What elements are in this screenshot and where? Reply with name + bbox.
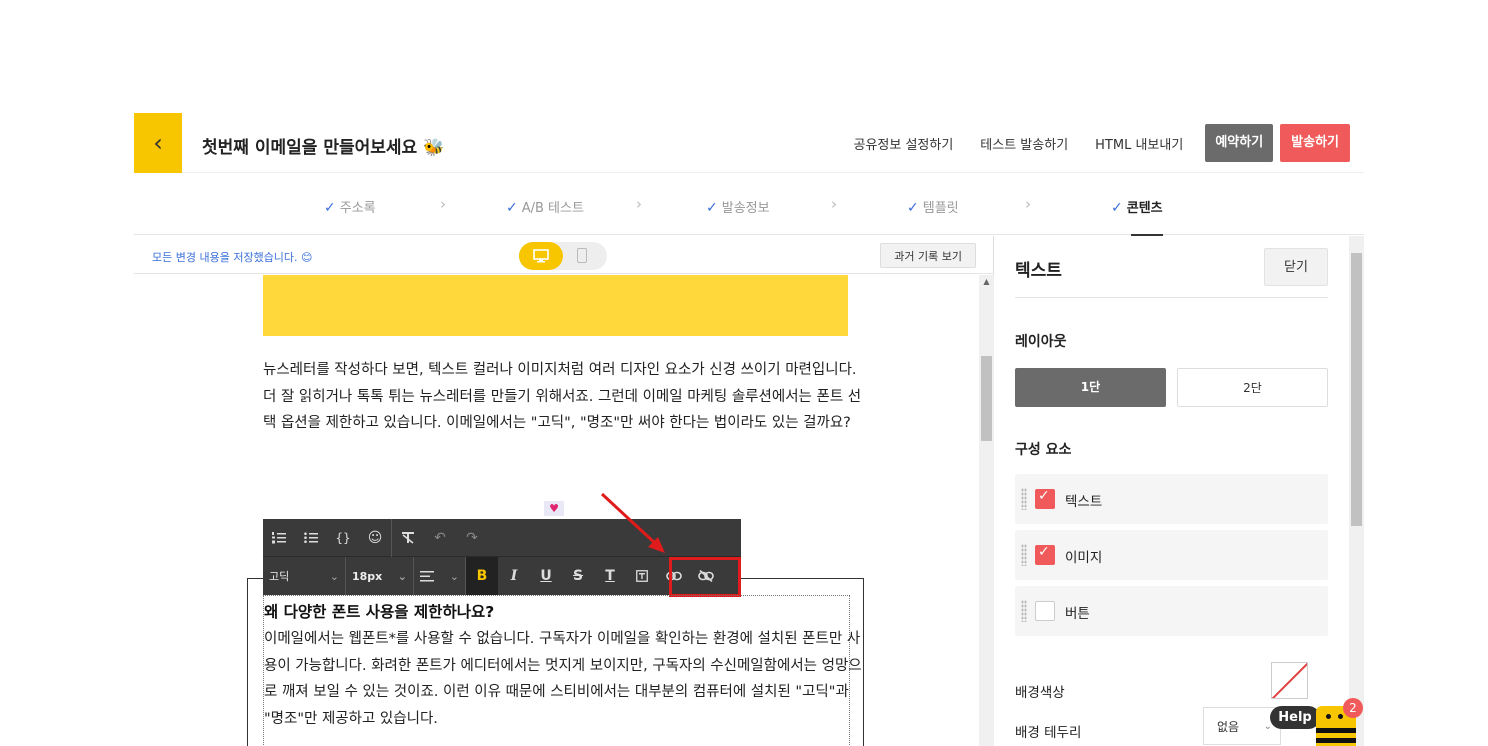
underline-button[interactable]: U (530, 557, 562, 595)
chevron-down-icon: ⌄ (449, 569, 459, 583)
email-editor-app: ‹ 첫번째 이메일을 만들어보세요 🐝 공유정보 설정하기 테스트 발송하기 H… (134, 113, 1364, 746)
panel-title: 텍스트 (1015, 261, 1062, 281)
mobile-view-icon[interactable] (577, 248, 587, 263)
link-buttons-highlight (669, 557, 741, 597)
page-title: 첫번째 이메일을 만들어보세요 🐝 (202, 138, 445, 158)
drag-handle-icon[interactable] (1021, 488, 1027, 510)
check-icon: ✓ (1111, 200, 1123, 216)
text-paragraph[interactable]: 이메일에서는 웹폰트*를 사용할 수 없습니다. 구독자가 이메일을 확인하는 … (264, 626, 864, 732)
step-navigation: ✓ 주소록 › ✓ A/B 테스트 › ✓ 발송정보 › ✓ 템플릿 › ✓ 콘텐츠 (134, 173, 1364, 236)
panel-divider (1015, 297, 1328, 298)
italic-button[interactable]: I (498, 557, 530, 595)
layout-1col-button[interactable]: 1단 (1015, 368, 1166, 407)
drag-handle-icon[interactable] (1021, 600, 1027, 622)
editor-scrollbar[interactable] (979, 275, 994, 746)
bg-color-swatch[interactable] (1271, 662, 1308, 699)
test-send-link[interactable]: 테스트 발송하기 (980, 134, 1068, 153)
chevron-right-icon: › (1025, 195, 1031, 213)
border-select[interactable]: 없음 ⌄ (1203, 707, 1281, 745)
step-content[interactable]: ✓ 콘텐츠 (1111, 197, 1163, 236)
chevron-down-icon: ⌄ (329, 569, 339, 583)
undo-icon[interactable]: ↶ (424, 519, 456, 557)
notification-badge: 2 (1343, 698, 1363, 718)
check-icon: ✓ (706, 200, 718, 216)
check-icon: ✓ (907, 200, 919, 216)
layout-2col-button[interactable]: 2단 (1177, 368, 1328, 407)
bold-button[interactable]: B (466, 557, 498, 595)
component-image-row[interactable]: 이미지 (1015, 530, 1328, 580)
text-heading[interactable]: 왜 다양한 폰트 사용을 제한하나요? (264, 600, 494, 622)
top-bar: ‹ 첫번째 이메일을 만들어보세요 🐝 공유정보 설정하기 테스트 발송하기 H… (134, 113, 1364, 173)
chevron-down-icon: ⌄ (397, 569, 407, 583)
editor-scrollbar-thumb[interactable] (981, 356, 992, 441)
bullet-list-icon[interactable] (295, 519, 327, 557)
device-toggle[interactable] (519, 242, 607, 270)
step-send-info[interactable]: ✓ 발송정보 (706, 197, 770, 216)
email-canvas: 뉴스레터를 작성하다 보면, 텍스트 컬러나 이미지처럼 여러 디자인 요소가 … (134, 275, 994, 746)
chevron-right-icon: › (636, 195, 642, 213)
close-panel-button[interactable]: 닫기 (1264, 248, 1328, 286)
paragraph-block[interactable]: 뉴스레터를 작성하다 보면, 텍스트 컬러나 이미지처럼 여러 디자인 요소가 … (263, 357, 863, 437)
properties-panel: 텍스트 닫기 레이아웃 1단 2단 구성 요소 텍스트 이미지 버튼 배경색상 … (995, 236, 1364, 746)
export-html-link[interactable]: HTML 내보내기 (1095, 134, 1183, 153)
reserve-button[interactable]: 예약하기 (1205, 124, 1274, 162)
toolbar-row-1: {} ☺ ↶ ↷ (263, 518, 741, 557)
layout-label: 레이아웃 (1015, 334, 1067, 350)
top-actions: 공유정보 설정하기 테스트 발송하기 HTML 내보내기 예약하기 발송하기 (853, 124, 1350, 162)
chevron-left-icon: ‹ (153, 129, 163, 157)
step-address-book[interactable]: ✓ 주소록 (324, 197, 376, 216)
drag-handle-icon[interactable] (1021, 544, 1027, 566)
strikethrough-button[interactable]: S (562, 557, 594, 595)
font-size-select[interactable]: 18px ⌄ (346, 557, 414, 595)
image-checkbox[interactable] (1035, 544, 1055, 565)
send-button[interactable]: 발송하기 (1280, 124, 1350, 162)
step-ab-test[interactable]: ✓ A/B 테스트 (506, 197, 584, 216)
chevron-right-icon: › (440, 195, 446, 213)
help-button[interactable]: Help (1270, 706, 1320, 729)
text-background-icon[interactable] (626, 557, 658, 595)
editor-status-bar: 모든 변경 내용을 저장했습니다. 😊 과거 기록 보기 (134, 236, 994, 274)
border-label: 배경 테두리 (1015, 725, 1082, 741)
history-button[interactable]: 과거 기록 보기 (880, 243, 976, 268)
text-color-button[interactable]: T (594, 557, 626, 595)
chevron-right-icon: › (831, 195, 837, 213)
save-status: 모든 변경 내용을 저장했습니다. 😊 (152, 251, 313, 264)
bg-color-label: 배경색상 (1015, 685, 1065, 701)
components-label: 구성 요소 (1015, 442, 1072, 458)
monitor-icon (533, 249, 549, 263)
component-text-row[interactable]: 텍스트 (1015, 474, 1328, 524)
back-button[interactable]: ‹ (134, 113, 182, 173)
selected-text-block[interactable]: 왜 다양한 폰트 사용을 제한하나요? 이메일에서는 웹폰트*를 사용할 수 없… (263, 595, 862, 746)
redo-icon[interactable]: ↷ (456, 519, 488, 557)
desktop-view-button[interactable] (519, 242, 563, 270)
panel-scrollbar-thumb[interactable] (1351, 253, 1362, 526)
text-align-select[interactable]: ⌄ (414, 557, 466, 595)
heart-icon: ♥ (544, 501, 564, 516)
share-settings-link[interactable]: 공유정보 설정하기 (853, 134, 953, 153)
button-checkbox[interactable] (1035, 601, 1055, 621)
text-checkbox[interactable] (1035, 488, 1055, 509)
clear-format-icon[interactable] (392, 519, 424, 557)
editor-area: 모든 변경 내용을 저장했습니다. 😊 과거 기록 보기 뉴스레터를 작성하다 … (134, 236, 994, 746)
code-braces-icon[interactable]: {} (327, 519, 359, 557)
check-icon: ✓ (324, 200, 336, 216)
font-family-select[interactable]: 고딕 ⌄ (263, 557, 346, 595)
check-icon: ✓ (506, 200, 518, 216)
scroll-up-icon[interactable]: ▲ (979, 277, 994, 289)
banner-image-block[interactable] (263, 275, 848, 336)
ordered-list-icon[interactable] (263, 519, 295, 557)
component-button-row[interactable]: 버튼 (1015, 586, 1328, 636)
step-template[interactable]: ✓ 템플릿 (907, 197, 959, 216)
align-left-icon (420, 570, 434, 581)
emoji-icon[interactable]: ☺ (359, 519, 391, 557)
